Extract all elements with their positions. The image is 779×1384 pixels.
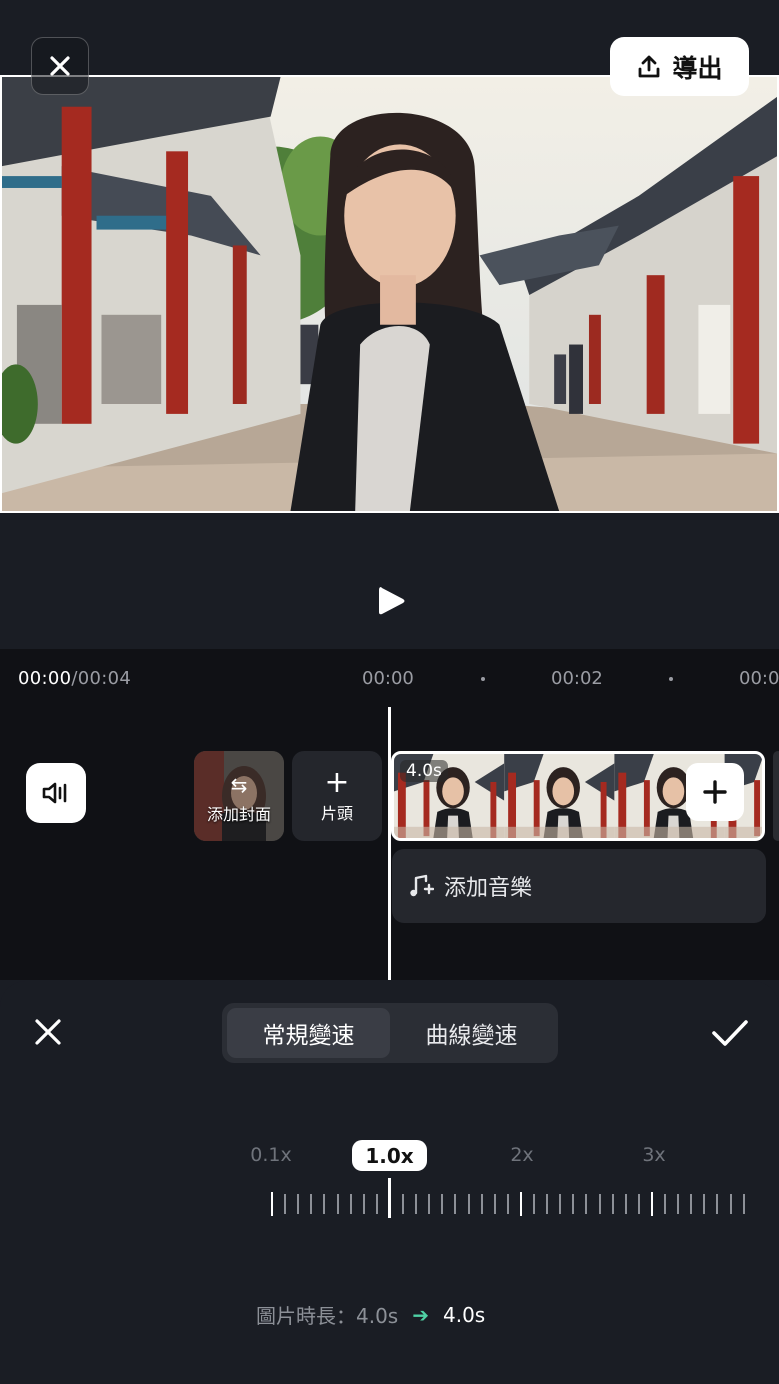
speed-tick — [638, 1194, 640, 1214]
ruler-label-2: 00:0 — [739, 668, 779, 689]
speed-tick — [703, 1194, 705, 1214]
next-clip-edge — [773, 751, 779, 841]
plus-icon — [703, 780, 727, 804]
clip-duration-badge: 4.0s — [400, 760, 448, 782]
preview-image — [2, 77, 777, 511]
speed-tick — [507, 1194, 509, 1214]
speed-mark-label: 2x — [510, 1144, 534, 1166]
speed-tick — [664, 1194, 666, 1214]
speed-tick — [441, 1194, 443, 1214]
play-icon — [379, 587, 405, 615]
play-button[interactable] — [372, 582, 410, 620]
speed-tick — [337, 1194, 339, 1214]
speed-tick — [454, 1194, 456, 1214]
speed-tick — [297, 1194, 299, 1214]
playhead[interactable] — [388, 707, 391, 980]
duration-new: 4.0s — [443, 1302, 486, 1327]
ruler-dot — [669, 677, 673, 681]
check-icon[interactable] — [710, 1017, 750, 1049]
speed-tick — [612, 1194, 614, 1214]
speed-tick — [481, 1194, 483, 1214]
speed-tick — [428, 1194, 430, 1214]
speed-tick — [625, 1194, 627, 1214]
tab-curve-speed[interactable]: 曲線變速 — [390, 1008, 553, 1058]
speed-tick — [533, 1194, 535, 1214]
speed-tick — [363, 1194, 365, 1214]
speed-tick — [559, 1194, 561, 1214]
speed-tick — [415, 1194, 417, 1214]
add-clip-button[interactable] — [686, 763, 744, 821]
speed-tick — [323, 1194, 325, 1214]
speed-mark-label: 0.1x — [250, 1144, 292, 1166]
speed-tick — [677, 1194, 679, 1214]
ruler-dot — [481, 677, 485, 681]
speed-tick — [402, 1194, 404, 1214]
speed-tick — [730, 1194, 732, 1214]
plus-icon: + — [324, 765, 350, 800]
add-music-label: 添加音樂 — [444, 876, 533, 901]
speed-tick — [468, 1194, 470, 1214]
current-time: 00:00 — [18, 668, 72, 689]
close-icon[interactable] — [33, 1017, 63, 1047]
tab-normal-speed[interactable]: 常規變速 — [227, 1008, 390, 1058]
music-note-icon — [410, 874, 434, 897]
ruler-label-1: 00:02 — [551, 668, 603, 689]
arrow-right-icon: ➔ — [412, 1302, 429, 1327]
export-button[interactable]: 導出 — [610, 37, 749, 96]
add-music-button[interactable]: 添加音樂 — [392, 849, 766, 923]
duration-readout: 圖片時長：4.0s ➔ 4.0s — [256, 1300, 485, 1329]
speed-tick — [599, 1194, 601, 1214]
speed-mark-label: 3x — [642, 1144, 666, 1166]
speed-tick — [494, 1194, 496, 1214]
speed-slider-handle[interactable] — [388, 1178, 391, 1218]
add-cover-button[interactable]: ⇆ 添加封面 — [194, 751, 284, 841]
speed-tick — [271, 1192, 273, 1216]
export-upload-icon — [639, 55, 660, 77]
speed-tick — [520, 1192, 522, 1216]
speed-tick — [350, 1194, 352, 1214]
speed-tick — [743, 1194, 745, 1214]
export-label: 導出 — [672, 53, 723, 83]
video-preview[interactable] — [0, 75, 779, 513]
speed-tick — [585, 1194, 587, 1214]
speed-tick — [284, 1194, 286, 1214]
swap-icon: ⇆ — [230, 773, 248, 797]
ruler-label-0: 00:00 — [362, 668, 414, 689]
speed-slider[interactable] — [0, 1178, 779, 1218]
speed-panel: 常規變速 曲線變速 0.1x 1.0x 2x 3x 圖片時長：4.0s ➔ 4.… — [0, 981, 779, 1384]
intro-label: 片頭 — [320, 804, 353, 823]
duration-original: 圖片時長：4.0s — [256, 1304, 399, 1328]
speed-mode-tabs: 常規變速 曲線變速 — [222, 1003, 558, 1063]
speed-tick — [651, 1192, 653, 1216]
speed-tick — [310, 1194, 312, 1214]
close-editor-button[interactable] — [31, 37, 89, 95]
speed-tick — [376, 1194, 378, 1214]
volume-icon — [42, 782, 67, 804]
speed-tick — [546, 1194, 548, 1214]
total-time: /00:04 — [71, 668, 132, 689]
timeline-panel: 00:00/00:04 00:00 00:02 00:0 ⇆ 添加封面 + 片頭 — [0, 649, 779, 980]
close-icon — [50, 56, 70, 76]
add-intro-button[interactable]: + 片頭 — [292, 751, 382, 841]
speed-tick — [690, 1194, 692, 1214]
selected-speed-badge: 1.0x — [352, 1140, 427, 1171]
time-readout: 00:00/00:04 — [18, 668, 131, 689]
add-cover-label: 添加封面 — [206, 805, 271, 824]
speed-tick — [572, 1194, 574, 1214]
mute-toggle-button[interactable] — [26, 763, 86, 823]
speed-tick — [716, 1194, 718, 1214]
